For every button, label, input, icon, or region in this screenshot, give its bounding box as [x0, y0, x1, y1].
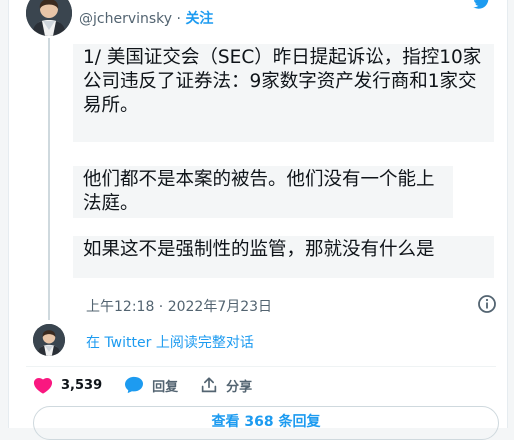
reply-label: 回复: [152, 379, 179, 395]
like-button[interactable]: 3,539: [33, 376, 102, 394]
info-icon[interactable]: [477, 294, 497, 314]
view-replies-button[interactable]: 查看 368 条回复: [33, 406, 499, 440]
share-button[interactable]: 分享: [200, 376, 252, 395]
tweet-paragraph-2: 他们都不是本案的被告。他们没有一个能上法庭。: [73, 166, 453, 218]
tweet-paragraph-3: 如果这不是强制性的监管，那就没有什么是: [73, 236, 494, 278]
tweet-card: @jchervinsky · 关注 1/ 美国证交会（SEC）昨日提起诉讼，指控…: [8, 0, 508, 440]
thread-connector-line: [48, 38, 50, 320]
author-avatar[interactable]: [26, 0, 72, 36]
share-label: 分享: [226, 379, 253, 395]
heart-icon: [33, 377, 53, 394]
divider: [26, 366, 496, 367]
author-handle-row: @jchervinsky · 关注: [79, 8, 213, 28]
tweet-paragraph-1: 1/ 美国证交会（SEC）昨日提起诉讼，指控10家公司违反了证券法：9家数字资产…: [73, 44, 494, 142]
separator-dot: ·: [176, 11, 181, 27]
reply-bubble-icon: [125, 376, 144, 394]
follow-link[interactable]: 关注: [185, 11, 213, 27]
tweet-actions-bar: 3,539 回复 分享: [33, 374, 274, 396]
read-full-conversation-link[interactable]: 在 Twitter 上阅读完整对话: [86, 332, 254, 352]
likes-count: 3,539: [61, 377, 103, 393]
tweet-timestamp[interactable]: 上午12:18 · 2022年7月23日: [86, 296, 272, 316]
reply-button[interactable]: 回复: [124, 376, 178, 395]
twitter-bird-icon[interactable]: [470, 0, 494, 9]
share-icon: [201, 377, 217, 393]
author-handle[interactable]: @jchervinsky: [79, 11, 172, 27]
thread-author-avatar[interactable]: [33, 324, 65, 356]
